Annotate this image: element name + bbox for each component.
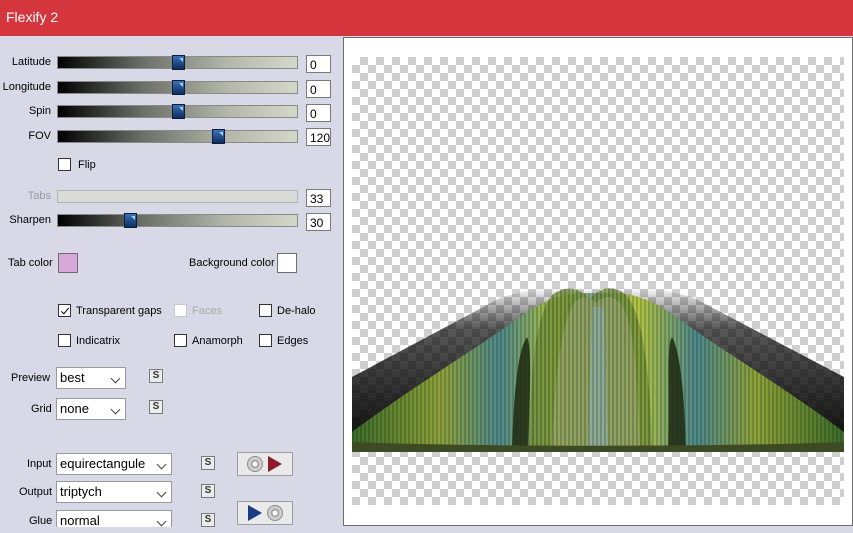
preview-quality-label: Preview (11, 372, 51, 384)
grid-value: none (60, 401, 89, 416)
indicatrix-label: Indicatrix (76, 335, 121, 347)
glue-lock-button[interactable]: S (201, 513, 215, 527)
chevron-down-icon (156, 487, 167, 498)
input-projection-value: equirectangule (60, 456, 146, 471)
tabs-label: Tabs (27, 190, 51, 202)
lock-glyph: S (152, 401, 160, 412)
tab-color-swatch[interactable] (58, 253, 78, 273)
flip-checkbox[interactable] (58, 158, 71, 171)
latitude-label: Latitude (11, 56, 51, 68)
fov-label: FOV (28, 130, 51, 142)
title-bar: Flexify 2 (0, 0, 853, 36)
de-halo-label: De-halo (277, 305, 316, 317)
sharpen-label: Sharpen (9, 214, 51, 226)
grid-label: Grid (31, 403, 52, 415)
tab-color-label: Tab color (8, 257, 53, 269)
chevron-down-icon (156, 516, 167, 527)
preview-pane[interactable] (343, 37, 853, 526)
input-label: Input (27, 458, 52, 470)
edges-checkbox[interactable] (259, 334, 272, 347)
lock-glyph: S (152, 370, 160, 381)
flip-label: Flip (78, 159, 96, 171)
lock-glyph: S (204, 485, 212, 496)
longitude-slider-thumb[interactable] (172, 81, 184, 94)
output-lock-button[interactable]: S (201, 484, 215, 498)
spin-value-field[interactable]: 0 (306, 104, 331, 122)
red-arrow-icon (268, 456, 282, 472)
chevron-down-icon (156, 459, 167, 470)
chevron-down-icon (110, 373, 121, 384)
output-label: Output (19, 486, 53, 498)
latitude-value-field[interactable]: 0 (306, 55, 331, 73)
output-convert-button[interactable] (237, 501, 293, 525)
preview-image (352, 287, 844, 452)
transparent-gaps-label: Transparent gaps (76, 305, 162, 317)
sharpen-value-field[interactable]: 30 (306, 213, 331, 231)
chevron-down-icon (110, 404, 121, 415)
preview-canvas[interactable] (352, 57, 844, 505)
grid-select[interactable]: none (56, 398, 126, 420)
sharpen-slider-thumb[interactable] (124, 214, 136, 227)
input-convert-button[interactable] (237, 452, 293, 476)
glue-label: Glue (29, 515, 53, 527)
spin-slider-thumb[interactable] (172, 105, 184, 118)
window-title: Flexify 2 (6, 9, 59, 25)
output-projection-value: triptych (60, 484, 102, 499)
sharpen-slider[interactable] (57, 214, 298, 227)
spin-slider[interactable] (57, 105, 298, 118)
faces-label: Faces (192, 305, 222, 317)
spin-label: Spin (28, 105, 51, 117)
output-projection-select[interactable]: triptych (56, 481, 172, 503)
fov-value-field[interactable]: 120 (306, 128, 331, 146)
fov-slider[interactable] (57, 130, 298, 143)
grid-lock-button[interactable]: S (149, 400, 163, 414)
disc-icon (267, 505, 283, 521)
preview-quality-select[interactable]: best (56, 367, 126, 389)
anamorph-checkbox[interactable] (174, 334, 187, 347)
transparent-gaps-checkbox[interactable] (58, 304, 71, 317)
blue-arrow-icon (248, 505, 262, 521)
fov-slider-thumb[interactable] (213, 130, 225, 143)
input-lock-button[interactable]: S (201, 456, 215, 470)
glue-value: normal (60, 513, 100, 528)
edges-label: Edges (277, 335, 309, 347)
indicatrix-checkbox[interactable] (58, 334, 71, 347)
preview-lock-button[interactable]: S (149, 369, 163, 383)
anamorph-label: Anamorph (192, 335, 243, 347)
longitude-label: Longitude (2, 81, 51, 93)
preview-quality-value: best (60, 370, 85, 385)
latitude-slider-thumb[interactable] (172, 56, 184, 69)
faces-checkbox (174, 304, 187, 317)
longitude-value-field[interactable]: 0 (306, 80, 331, 98)
input-projection-select[interactable]: equirectangule (56, 453, 172, 475)
lock-glyph: S (204, 457, 212, 468)
de-halo-checkbox[interactable] (259, 304, 272, 317)
longitude-slider[interactable] (57, 81, 298, 94)
window-bottom-edge (0, 527, 853, 533)
latitude-slider[interactable] (57, 56, 298, 69)
tabs-value-field[interactable]: 33 (306, 189, 331, 207)
lock-glyph: S (204, 514, 212, 525)
tabs-slider (57, 190, 298, 203)
disc-icon (247, 456, 263, 472)
background-color-swatch[interactable] (277, 253, 297, 273)
background-color-label: Background color (189, 257, 275, 269)
